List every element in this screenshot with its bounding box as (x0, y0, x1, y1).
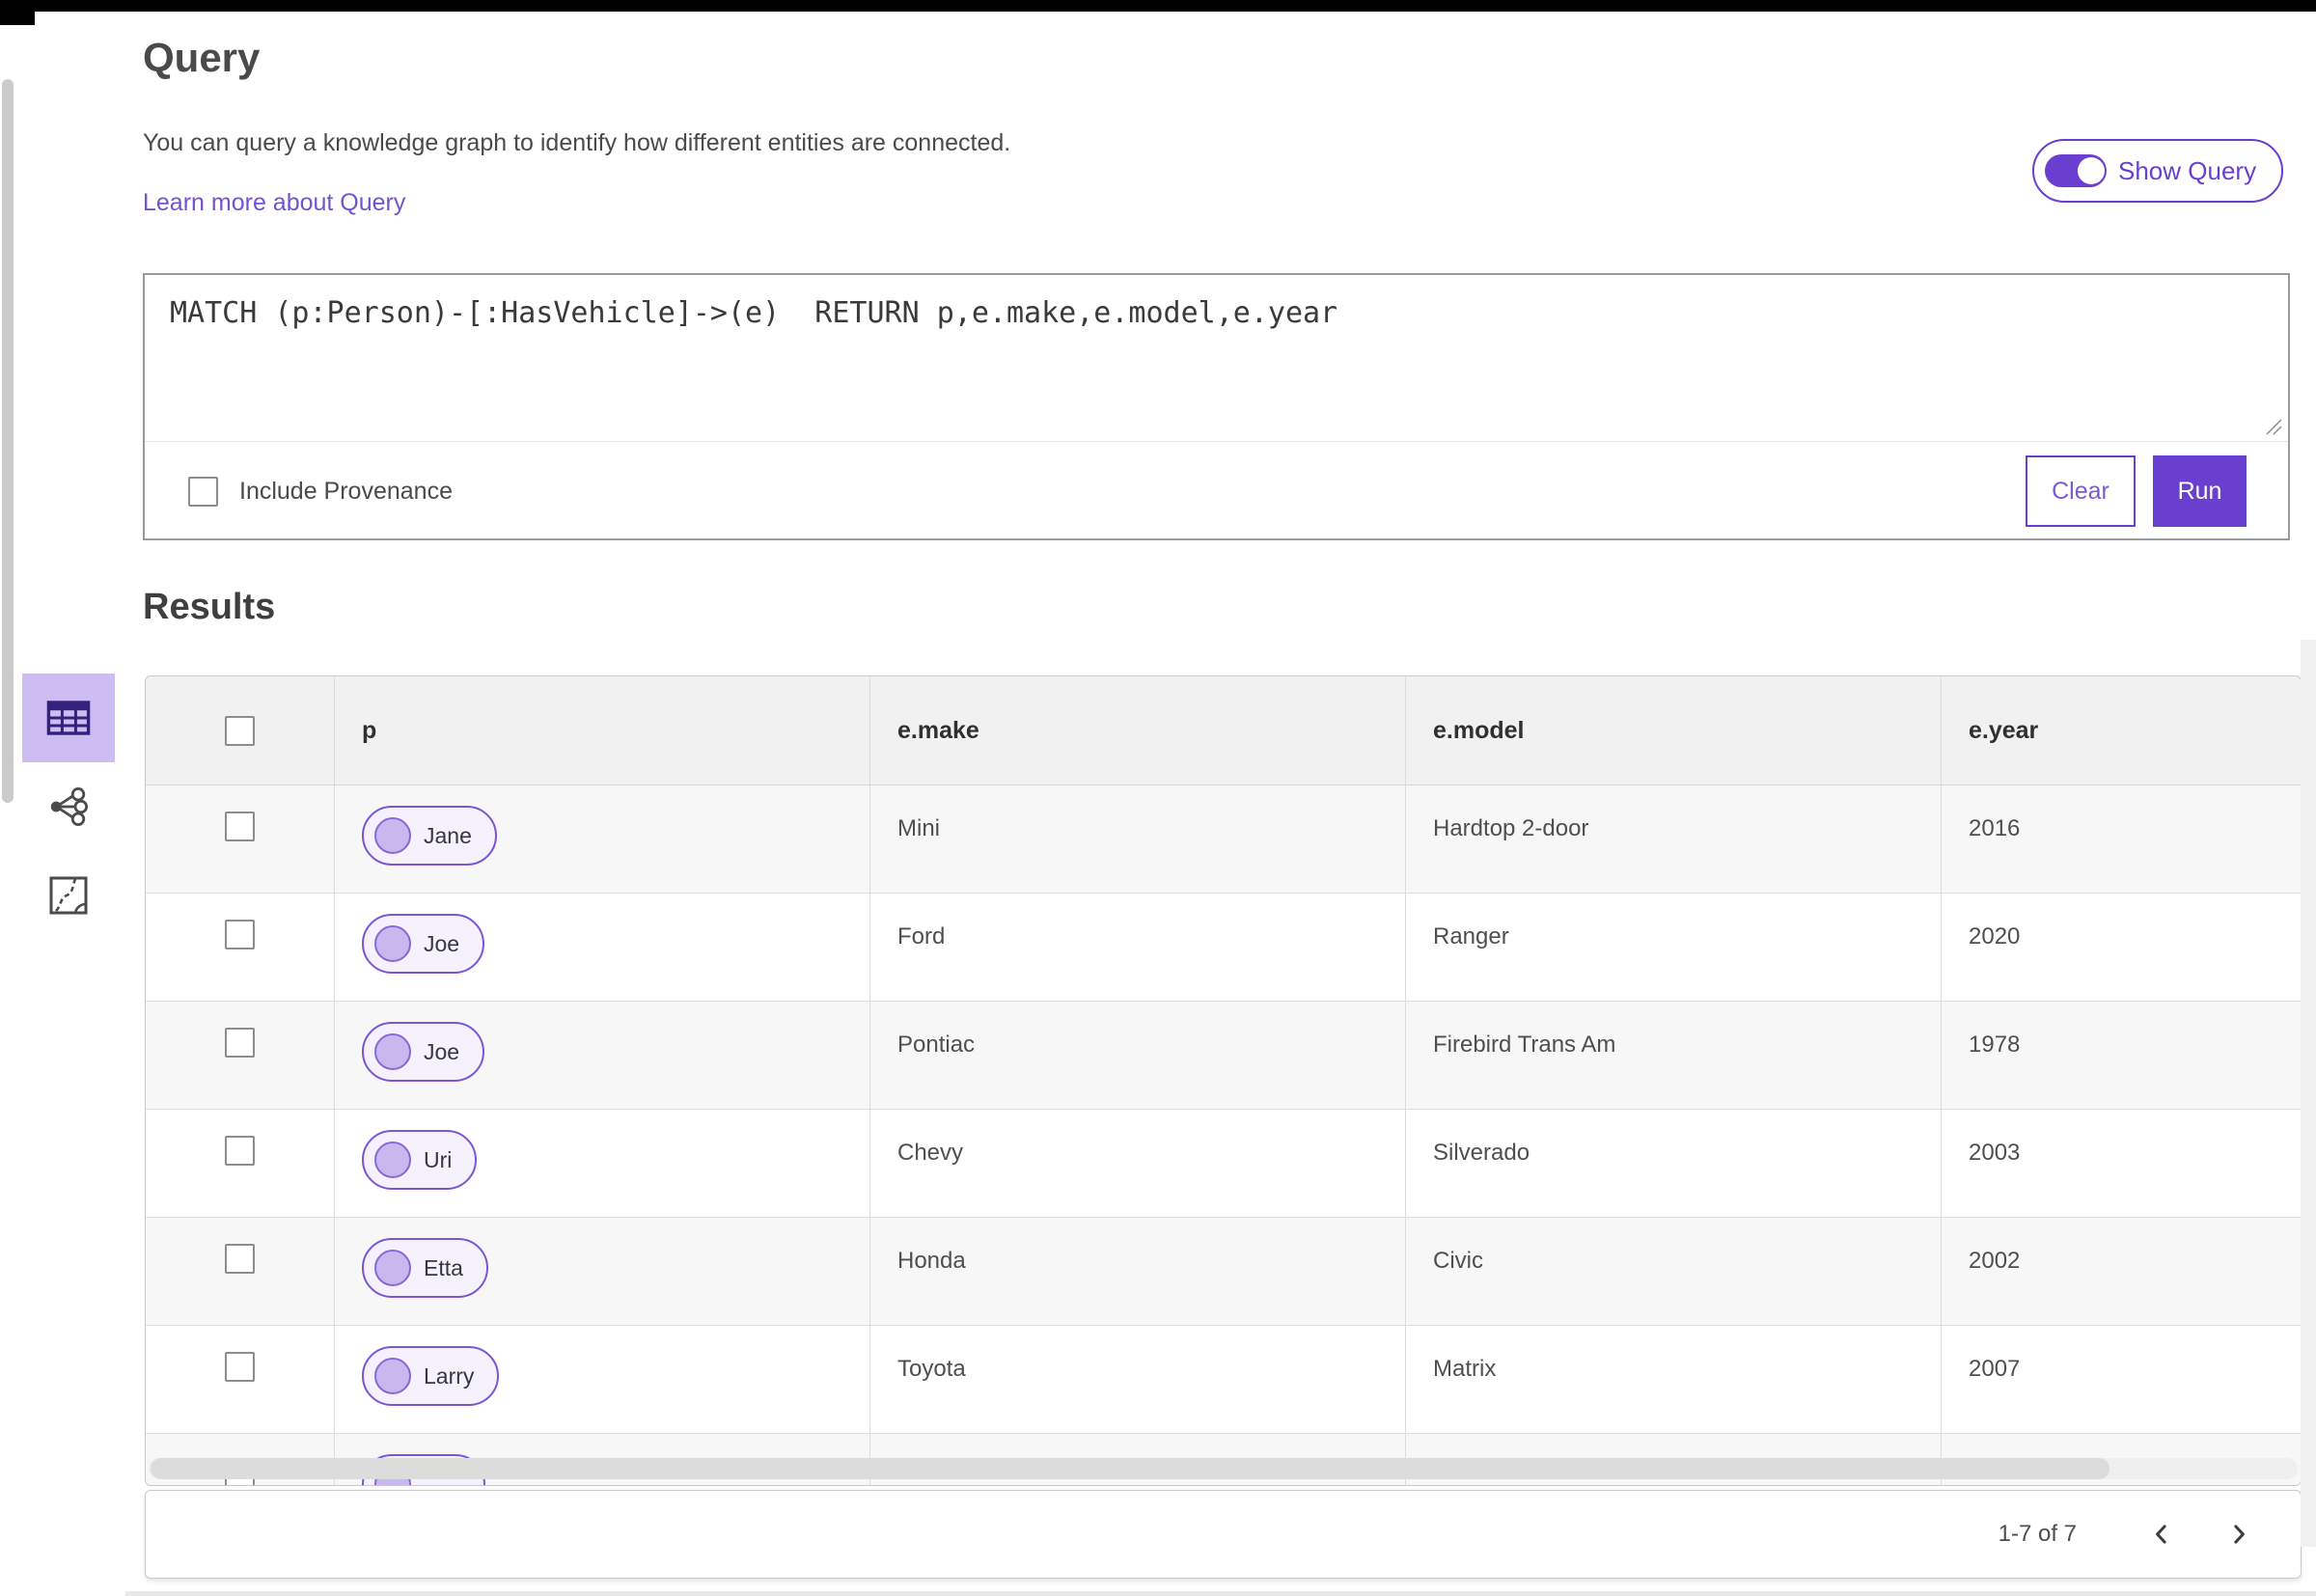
cell-make: Chevy (897, 1140, 964, 1166)
cell-year: 2016 (1969, 815, 2021, 841)
entity-pill[interactable]: Jane (362, 806, 497, 866)
column-header-make[interactable]: e.make (869, 676, 1405, 784)
horizontal-scrollbar[interactable] (149, 1458, 2298, 1479)
table-row: Jane Mini Hardtop 2-door 2016 (146, 785, 2301, 894)
entity-node-icon (374, 1358, 411, 1394)
run-button[interactable]: Run (2153, 455, 2247, 527)
cell-model: Matrix (1433, 1356, 1497, 1382)
window-bottom-edge (125, 1591, 2316, 1596)
entity-pill[interactable]: Joe (362, 1022, 485, 1082)
row-checkbox[interactable] (225, 1136, 255, 1166)
cell-make: Pontiac (897, 1032, 976, 1058)
window-top-left-corner (0, 0, 35, 25)
table-icon (46, 701, 91, 735)
cell-year: 1978 (1969, 1032, 2021, 1058)
table-row: Uri Chevy Silverado 2003 (146, 1110, 2301, 1218)
horizontal-scrollbar-thumb[interactable] (151, 1458, 2109, 1479)
learn-more-link[interactable]: Learn more about Query (143, 189, 405, 217)
cell-year: 2007 (1969, 1356, 2021, 1382)
link-chart-icon (50, 786, 89, 827)
results-title: Results (143, 587, 276, 627)
row-checkbox[interactable] (225, 1244, 255, 1274)
cell-make: Mini (897, 815, 941, 841)
entity-name: Uri (424, 1146, 453, 1172)
cell-make: Toyota (897, 1356, 966, 1382)
cell-year: 2003 (1969, 1140, 2021, 1166)
table-row: Larry Toyota Matrix 2007 (146, 1326, 2301, 1434)
include-provenance-checkbox[interactable] (188, 476, 218, 507)
entity-node-icon (374, 1142, 411, 1178)
window-top-edge (0, 0, 2316, 12)
page-title: Query (143, 35, 261, 80)
column-header-p[interactable]: p (334, 676, 869, 784)
vertical-scrollbar-thumb[interactable] (2, 79, 14, 803)
entity-pill[interactable]: Joe (362, 914, 485, 974)
include-provenance-label: Include Provenance (239, 477, 453, 505)
row-checkbox[interactable] (225, 1028, 255, 1058)
query-editor-footer: Include Provenance Clear Run (145, 442, 2288, 540)
results-table: p e.make e.model e.year Jane Mini Hardto… (145, 675, 2302, 1486)
query-page: Query You can query a knowledge graph to… (0, 0, 2316, 1596)
cell-model: Civic (1433, 1248, 1483, 1274)
cell-make: Ford (897, 923, 946, 949)
query-input[interactable]: MATCH (p:Person)-[:HasVehicle]->(e) RETU… (145, 275, 2288, 441)
table-row: Etta Honda Civic 2002 (146, 1218, 2301, 1326)
chevron-right-icon (2234, 1525, 2245, 1544)
show-query-label: Show Query (2118, 155, 2257, 185)
resize-grip-icon[interactable] (2262, 415, 2283, 436)
table-view-button[interactable] (22, 674, 115, 762)
page-description: You can query a knowledge graph to ident… (143, 129, 1011, 156)
link-chart-view-button[interactable] (22, 762, 115, 851)
entity-pill[interactable]: Larry (362, 1346, 500, 1406)
cell-year: 2020 (1969, 923, 2021, 949)
query-editor-box: MATCH (p:Person)-[:HasVehicle]->(e) RETU… (143, 273, 2290, 540)
entity-name: Joe (424, 1038, 460, 1064)
cell-model: Ranger (1433, 923, 1509, 949)
cell-year: 2002 (1969, 1248, 2021, 1274)
next-page-button[interactable] (2218, 1513, 2260, 1555)
cell-model: Silverado (1433, 1140, 1530, 1166)
show-query-toggle[interactable]: Show Query (2032, 139, 2284, 203)
vertical-scrollbar[interactable] (2301, 640, 2316, 1547)
table-row: Joe Pontiac Firebird Trans Am 1978 (146, 1002, 2301, 1110)
entity-name: Etta (424, 1254, 463, 1280)
entity-name: Jane (424, 822, 472, 848)
results-view-rail (22, 674, 115, 940)
table-row: Joe Ford Ranger 2020 (146, 894, 2301, 1002)
query-textarea-wrap: MATCH (p:Person)-[:HasVehicle]->(e) RETU… (145, 275, 2288, 442)
entity-node-icon (374, 817, 411, 854)
entity-node-icon (374, 1033, 411, 1070)
toggle-on-icon[interactable] (2045, 154, 2107, 187)
column-header-model[interactable]: e.model (1405, 676, 1941, 784)
previous-page-button[interactable] (2140, 1513, 2183, 1555)
entity-pill[interactable]: Uri (362, 1130, 478, 1190)
cell-model: Firebird Trans Am (1433, 1032, 1616, 1058)
pagination-bar: 1-7 of 7 (145, 1490, 2302, 1579)
entity-node-icon (374, 925, 411, 962)
row-checkbox[interactable] (225, 812, 255, 841)
map-icon (49, 876, 88, 915)
clear-button[interactable]: Clear (2026, 455, 2136, 527)
cell-make: Honda (897, 1248, 966, 1274)
pagination-range: 1-7 of 7 (1998, 1521, 2077, 1547)
column-header-year[interactable]: e.year (1941, 676, 2301, 784)
entity-node-icon (374, 1250, 411, 1286)
chevron-left-icon (2156, 1525, 2166, 1544)
entity-name: Joe (424, 930, 460, 956)
table-header-row: p e.make e.model e.year (146, 676, 2301, 785)
entity-pill[interactable]: Etta (362, 1238, 488, 1298)
toggle-knob (2078, 157, 2105, 184)
cell-model: Hardtop 2-door (1433, 815, 1589, 841)
select-all-checkbox[interactable] (225, 715, 255, 746)
map-view-button[interactable] (22, 851, 115, 940)
row-checkbox[interactable] (225, 1352, 255, 1382)
row-checkbox[interactable] (225, 920, 255, 949)
entity-name: Larry (424, 1362, 475, 1389)
